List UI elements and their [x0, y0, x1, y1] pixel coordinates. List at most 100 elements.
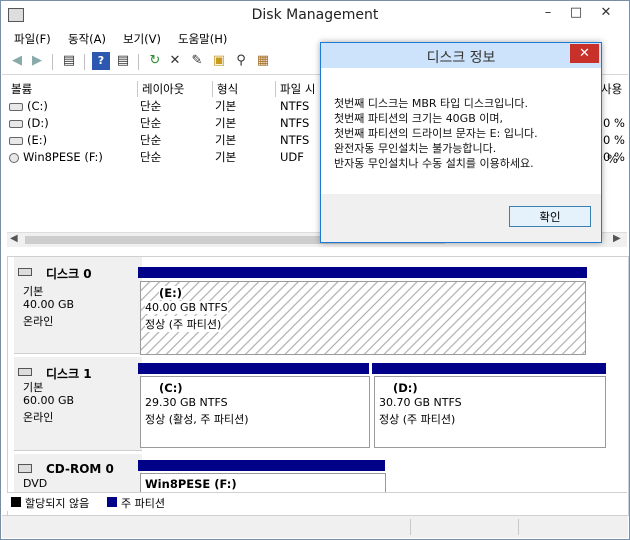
volume-name: Win8PESE (F:) [23, 150, 103, 164]
column-percent[interactable]: 사용 [601, 81, 623, 97]
disk-state: 온라인 [23, 411, 54, 424]
partition-header-bar [138, 363, 369, 374]
partition-status: 정상 (주 파티션) [145, 316, 222, 332]
disk-0-info[interactable]: 디스크 0 기본 40.00 GB 온라인 [14, 257, 142, 354]
dialog-message-line: 첫번째 파티션의 드라이브 문자는 E: 입니다. [334, 127, 538, 140]
disk-name: 디스크 0 [46, 267, 92, 281]
properties-icon[interactable]: ✎ [188, 52, 206, 70]
column-volume[interactable]: 볼륨 [7, 81, 138, 97]
dialog-message-line: 첫번째 디스크는 MBR 타입 디스크입니다. [334, 97, 528, 110]
dialog-message-line: 첫번째 파티션의 크기는 40GB 이며, [334, 112, 503, 125]
unallocated-swatch [11, 497, 21, 507]
primary-swatch [107, 497, 117, 507]
close-window-button[interactable]: ✕ [592, 2, 620, 24]
disk-kind: 기본 [23, 381, 44, 394]
disk-drive-icon [9, 119, 23, 128]
back-arrow-icon[interactable]: ◀ [8, 52, 26, 70]
dialog-body: 첫번째 디스크는 MBR 타입 디스크입니다. 첫번째 파티션의 크기는 40G… [321, 68, 601, 194]
menu-help[interactable]: 도움말(H) [178, 31, 227, 47]
volume-cell: Win8PESE (F:) [9, 149, 103, 165]
disk-name: 디스크 1 [46, 367, 92, 381]
partition-label: (C:) [159, 381, 183, 395]
partition-label: (E:) [159, 286, 182, 300]
disk-size: 40.00 GB [23, 298, 75, 311]
partition-header-bar [372, 363, 606, 374]
partition-size: 29.30 GB NTFS [145, 396, 228, 409]
type-cell: 기본 [215, 150, 237, 164]
cdrom-0-info[interactable]: CD-ROM 0 DVD [14, 454, 142, 492]
partition-e[interactable]: (E:) 40.00 GB NTFS 정상 (주 파티션) [140, 281, 586, 355]
scroll-right-icon[interactable]: ▶ [613, 233, 621, 244]
disk-drive-icon [9, 136, 23, 145]
menu-action[interactable]: 동작(A) [68, 31, 106, 47]
fs-cell: UDF [280, 150, 304, 164]
fs-cell: NTFS [280, 99, 310, 113]
partition-d[interactable]: (D:) 30.70 GB NTFS 정상 (주 파티션) [374, 376, 606, 448]
fs-cell: NTFS [280, 116, 310, 130]
partition-header-bar [138, 460, 385, 471]
partition-c[interactable]: (C:) 29.30 GB NTFS 정상 (활성, 주 파티션) [140, 376, 370, 448]
dialog-title-bar: 디스크 정보 ✕ [321, 43, 601, 68]
dialog-message-line: 반자동 무인설치나 수동 설치를 이용하세요. [334, 157, 534, 170]
minimize-button[interactable]: – [534, 2, 562, 24]
column-layout[interactable]: 레이아웃 [138, 81, 213, 97]
export-icon[interactable]: ▦ [254, 52, 272, 70]
volume-name: (E:) [27, 133, 48, 147]
type-cell: 기본 [215, 116, 237, 130]
volume-name: (C:) [27, 99, 48, 113]
primary-label: 주 파티션 [121, 497, 165, 510]
layout-cell: 단순 [140, 150, 162, 164]
partition-label: (D:) [393, 381, 418, 395]
percent-cell: 0 % [603, 133, 625, 147]
partition-f[interactable]: Win8PESE (F:) [140, 473, 386, 494]
partition-size: 30.70 GB NTFS [379, 396, 462, 409]
volume-cell: (C:) [9, 98, 48, 114]
partition-status: 정상 (주 파티션) [379, 413, 456, 426]
status-divider [410, 519, 411, 535]
column-filesystem[interactable]: 파일 시 [276, 81, 320, 97]
disk-kind: DVD [23, 477, 48, 490]
scroll-left-icon[interactable]: ◀ [10, 233, 18, 244]
delete-icon[interactable]: ✕ [166, 52, 184, 70]
refresh-icon[interactable]: ↻ [146, 52, 164, 70]
layout-cell: 단순 [140, 99, 162, 113]
menu-file[interactable]: 파일(F) [14, 31, 51, 47]
column-type[interactable]: 형식 [213, 81, 276, 97]
percent-cell: 0 % [603, 116, 625, 130]
ok-button[interactable]: 확인 [509, 206, 591, 227]
dialog-title: 디스크 정보 [426, 50, 496, 66]
search-icon[interactable]: ⚲ [232, 52, 250, 70]
help-icon[interactable]: ? [92, 52, 110, 70]
dialog-message-line: 완전자동 무인설치는 불가능합니다. [334, 142, 497, 155]
disk-1-info[interactable]: 디스크 1 기본 60.00 GB 온라인 [14, 357, 142, 451]
legend: 할당되지 않음 주 파티션 [7, 492, 627, 511]
console-icon[interactable]: ▤ [60, 52, 78, 70]
open-icon[interactable]: ▣ [210, 52, 228, 70]
forward-arrow-icon[interactable]: ▶ [28, 52, 46, 70]
menu-view[interactable]: 보기(V) [123, 31, 161, 47]
disk-kind: 기본 [23, 285, 44, 298]
disk-drive-icon [18, 268, 32, 276]
toolbar-separator [138, 54, 139, 70]
title-bar: Disk Management – □ ✕ [2, 2, 628, 29]
disk-map: 디스크 0 기본 40.00 GB 온라인 (E:) 40.00 GB NTFS… [7, 256, 629, 516]
toolbar-separator [84, 54, 85, 70]
disk-size: 60.00 GB [23, 394, 75, 407]
volume-cell: (E:) [9, 132, 47, 148]
disk-name: CD-ROM 0 [46, 462, 114, 476]
status-bar [2, 515, 628, 538]
volume-cell: (D:) [9, 115, 49, 131]
disk-drive-icon [9, 102, 23, 111]
disk-info-dialog: 디스크 정보 ✕ 첫번째 디스크는 MBR 타입 디스크입니다. 첫번째 파티션… [320, 42, 602, 243]
dialog-close-button[interactable]: ✕ [570, 44, 599, 63]
volume-name: (D:) [27, 116, 49, 130]
toolbar-separator [52, 54, 53, 70]
partition-label: Win8PESE (F:) [145, 477, 237, 491]
partition-size: 40.00 GB NTFS [145, 301, 228, 314]
cdrom-icon [18, 464, 32, 473]
disk-state: 온라인 [23, 315, 54, 328]
percent-cell: % [607, 152, 618, 166]
type-cell: 기본 [215, 133, 237, 147]
maximize-button[interactable]: □ [562, 2, 590, 24]
list-icon[interactable]: ▤ [114, 52, 132, 70]
